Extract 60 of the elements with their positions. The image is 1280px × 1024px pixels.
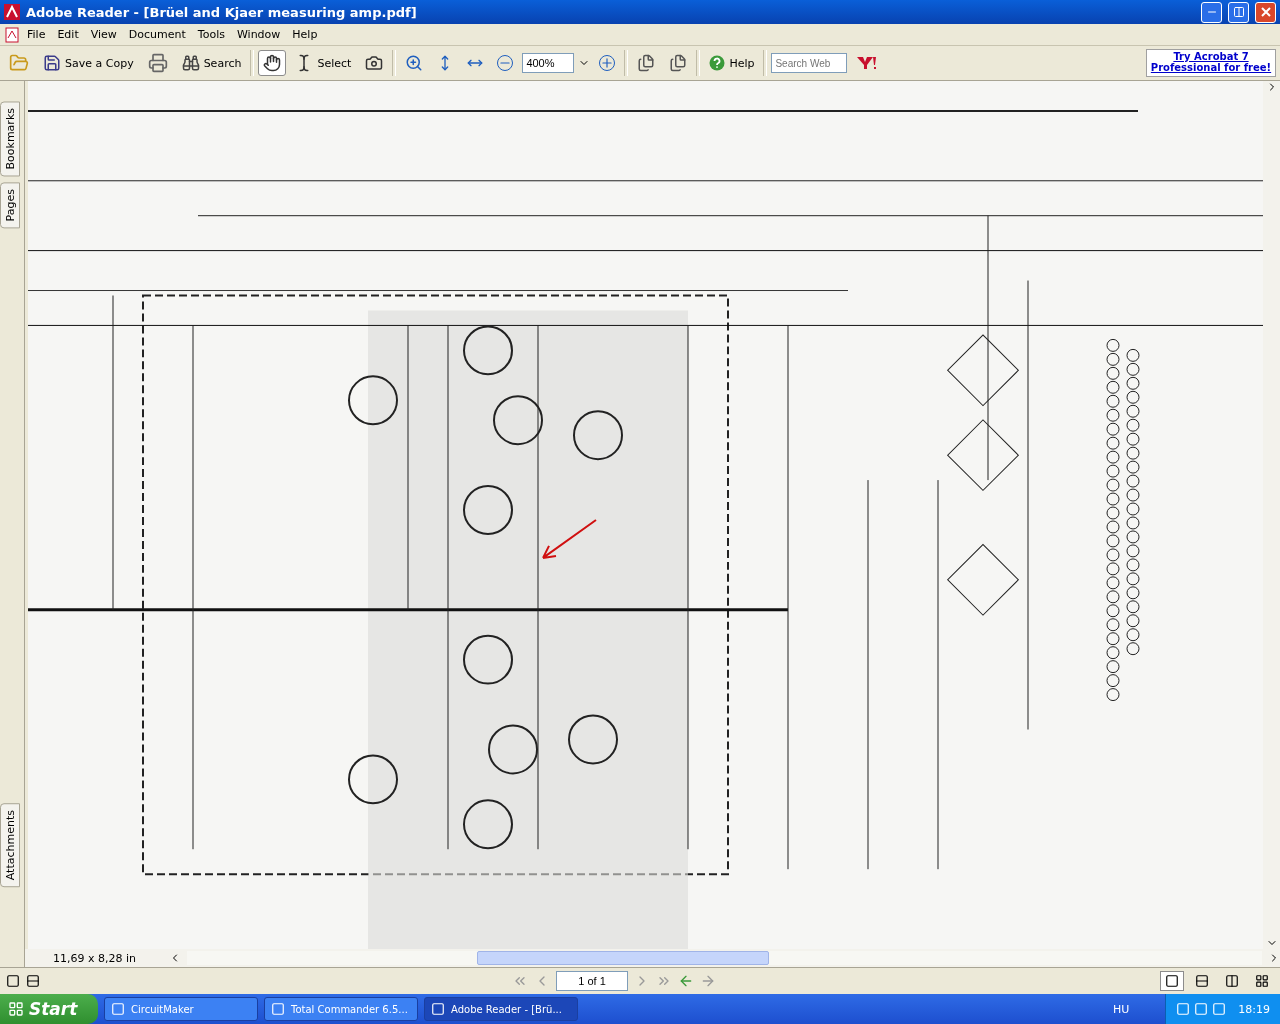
minimize-button[interactable]	[1201, 1, 1222, 23]
pages-icon	[669, 54, 688, 72]
promo-link[interactable]: Try Acrobat 7 Professional for free!	[1146, 49, 1276, 77]
single-page-icon	[1165, 974, 1179, 988]
menu-item[interactable]: File	[22, 26, 51, 43]
scrollbar-thumb[interactable]	[477, 951, 769, 965]
hand-button[interactable]	[258, 50, 287, 76]
menu-item[interactable]: Tools	[192, 26, 230, 43]
panel-icon	[6, 974, 20, 988]
app-icon	[431, 1002, 445, 1016]
help-button[interactable]: Help	[704, 50, 760, 76]
back-icon	[678, 973, 694, 989]
grid-icon	[1255, 974, 1269, 988]
yahoo-logo-icon	[856, 56, 877, 70]
restore-icon	[1232, 6, 1245, 18]
search-web-field[interactable]: Search Web	[771, 53, 848, 73]
zoom-field[interactable]: 400%	[522, 53, 575, 73]
tray-icon	[1194, 1002, 1209, 1016]
app-icon	[111, 1002, 125, 1016]
menu-item[interactable]: Edit	[52, 26, 84, 43]
tray-icon	[1212, 1002, 1227, 1016]
menu-item[interactable]: View	[85, 26, 122, 43]
page-size-label: 11,69 x 8,28 in	[52, 951, 137, 965]
hand-icon	[263, 54, 282, 72]
app-logo-icon	[4, 4, 20, 20]
taskbar-button[interactable]: CircuitMaker	[104, 997, 258, 1021]
search-button[interactable]: Search	[176, 50, 247, 76]
printer-icon	[147, 53, 168, 73]
select-button[interactable]: Select	[290, 50, 357, 76]
tray-icon	[1176, 1002, 1191, 1016]
side-tab[interactable]: Attachments	[0, 802, 20, 887]
page-layout-button[interactable]	[1160, 971, 1184, 991]
clock: 18:19	[1238, 1002, 1270, 1016]
folder-icon	[9, 53, 29, 73]
page-field[interactable]: 1 of 1	[556, 971, 628, 991]
app-icon	[271, 1002, 285, 1016]
restore-button[interactable]	[1228, 1, 1249, 23]
pages-icon	[637, 54, 656, 72]
zoom-in-icon	[405, 54, 424, 72]
taskbar-button[interactable]: Total Commander 6.5...	[264, 997, 418, 1021]
continuous-icon	[1195, 974, 1209, 988]
close-icon	[1260, 7, 1271, 17]
forward-icon	[700, 973, 716, 989]
menu-item[interactable]: Help	[287, 26, 323, 43]
pdf-document-icon	[4, 26, 20, 43]
binoculars-icon	[181, 54, 200, 72]
menu-item[interactable]: Document	[123, 26, 191, 43]
close-button[interactable]	[1255, 1, 1276, 23]
camera-icon	[365, 54, 384, 72]
save-button[interactable]: Save a Copy	[38, 50, 139, 76]
language-indicator: HU	[1112, 1002, 1131, 1016]
menu-item[interactable]: Window	[231, 26, 286, 43]
windows-logo-icon	[8, 1001, 24, 1017]
help-icon	[709, 55, 726, 71]
window-title: Adobe Reader - [Brüel and Kjaer measuring amp.pdf]	[26, 4, 418, 20]
taskbar-button[interactable]: Adobe Reader - [Brü...	[424, 997, 578, 1021]
side-tab[interactable]: Pages	[0, 182, 20, 229]
panel-icon	[26, 974, 40, 988]
side-tab[interactable]: Bookmarks	[0, 101, 20, 177]
facing-pages-icon	[1225, 974, 1239, 988]
